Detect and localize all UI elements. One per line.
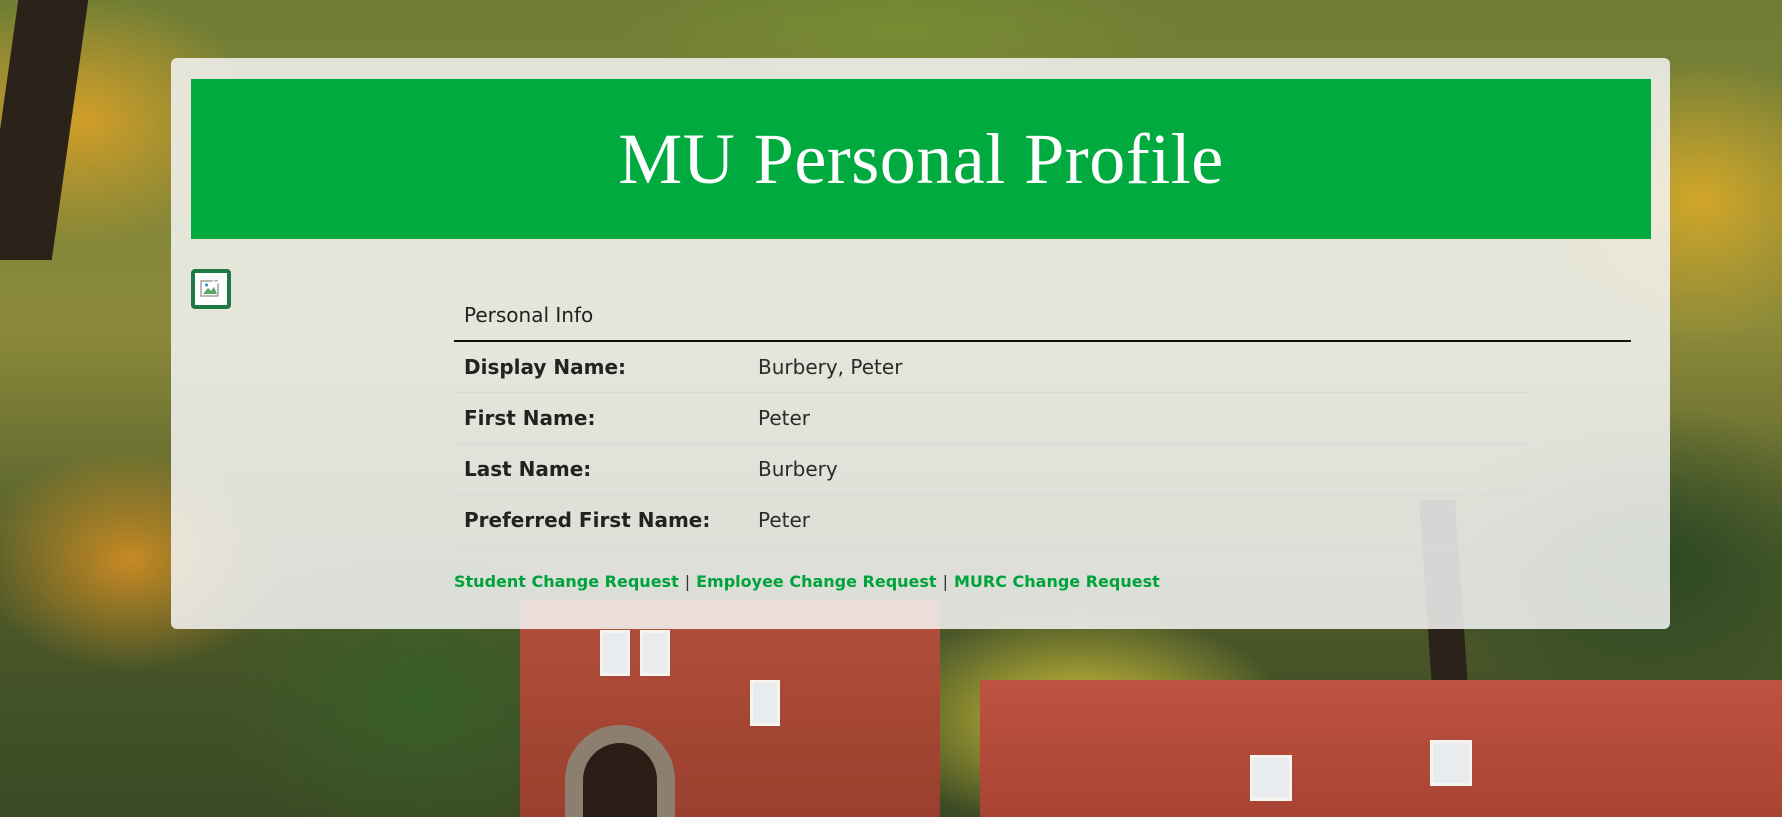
building-window	[600, 630, 630, 676]
table-row: Display Name: Burbery, Peter	[454, 342, 1528, 393]
link-separator: |	[942, 572, 948, 591]
last-name-label: Last Name:	[454, 443, 748, 495]
tree-trunk	[0, 0, 89, 260]
building-window	[640, 630, 670, 676]
header-banner: MU Personal Profile	[191, 79, 1651, 239]
link-separator: |	[684, 572, 691, 591]
section-heading: Personal Info	[454, 288, 1631, 342]
first-name-label: First Name:	[454, 392, 748, 444]
brick-building-right	[980, 680, 1782, 817]
employee-change-request-link[interactable]: Employee Change Request	[696, 572, 936, 591]
avatar	[191, 269, 231, 309]
page-title: MU Personal Profile	[618, 118, 1224, 199]
murc-change-request-link[interactable]: MURC Change Request	[954, 572, 1160, 591]
table-row: Preferred First Name: Peter	[454, 494, 1528, 546]
first-name-value: Peter	[748, 392, 1528, 444]
display-name-value: Burbery, Peter	[748, 342, 1528, 393]
broken-image-icon	[200, 280, 220, 297]
building-window	[1430, 740, 1472, 786]
preferred-first-name-value: Peter	[748, 494, 1528, 546]
personal-info-table: Display Name: Burbery, Peter First Name:…	[454, 342, 1528, 546]
personal-info-section: Personal Info Display Name: Burbery, Pet…	[454, 288, 1631, 591]
preferred-first-name-label: Preferred First Name:	[454, 494, 748, 546]
display-name-label: Display Name:	[454, 342, 748, 393]
building-window	[750, 680, 780, 726]
change-request-links: Student Change Request | Employee Change R…	[454, 572, 1631, 591]
table-row: First Name: Peter	[454, 392, 1528, 444]
building-window	[1250, 755, 1292, 801]
student-change-request-link[interactable]: Student Change Request	[454, 572, 679, 591]
last-name-value: Burbery	[748, 443, 1528, 495]
table-row: Last Name: Burbery	[454, 443, 1528, 495]
